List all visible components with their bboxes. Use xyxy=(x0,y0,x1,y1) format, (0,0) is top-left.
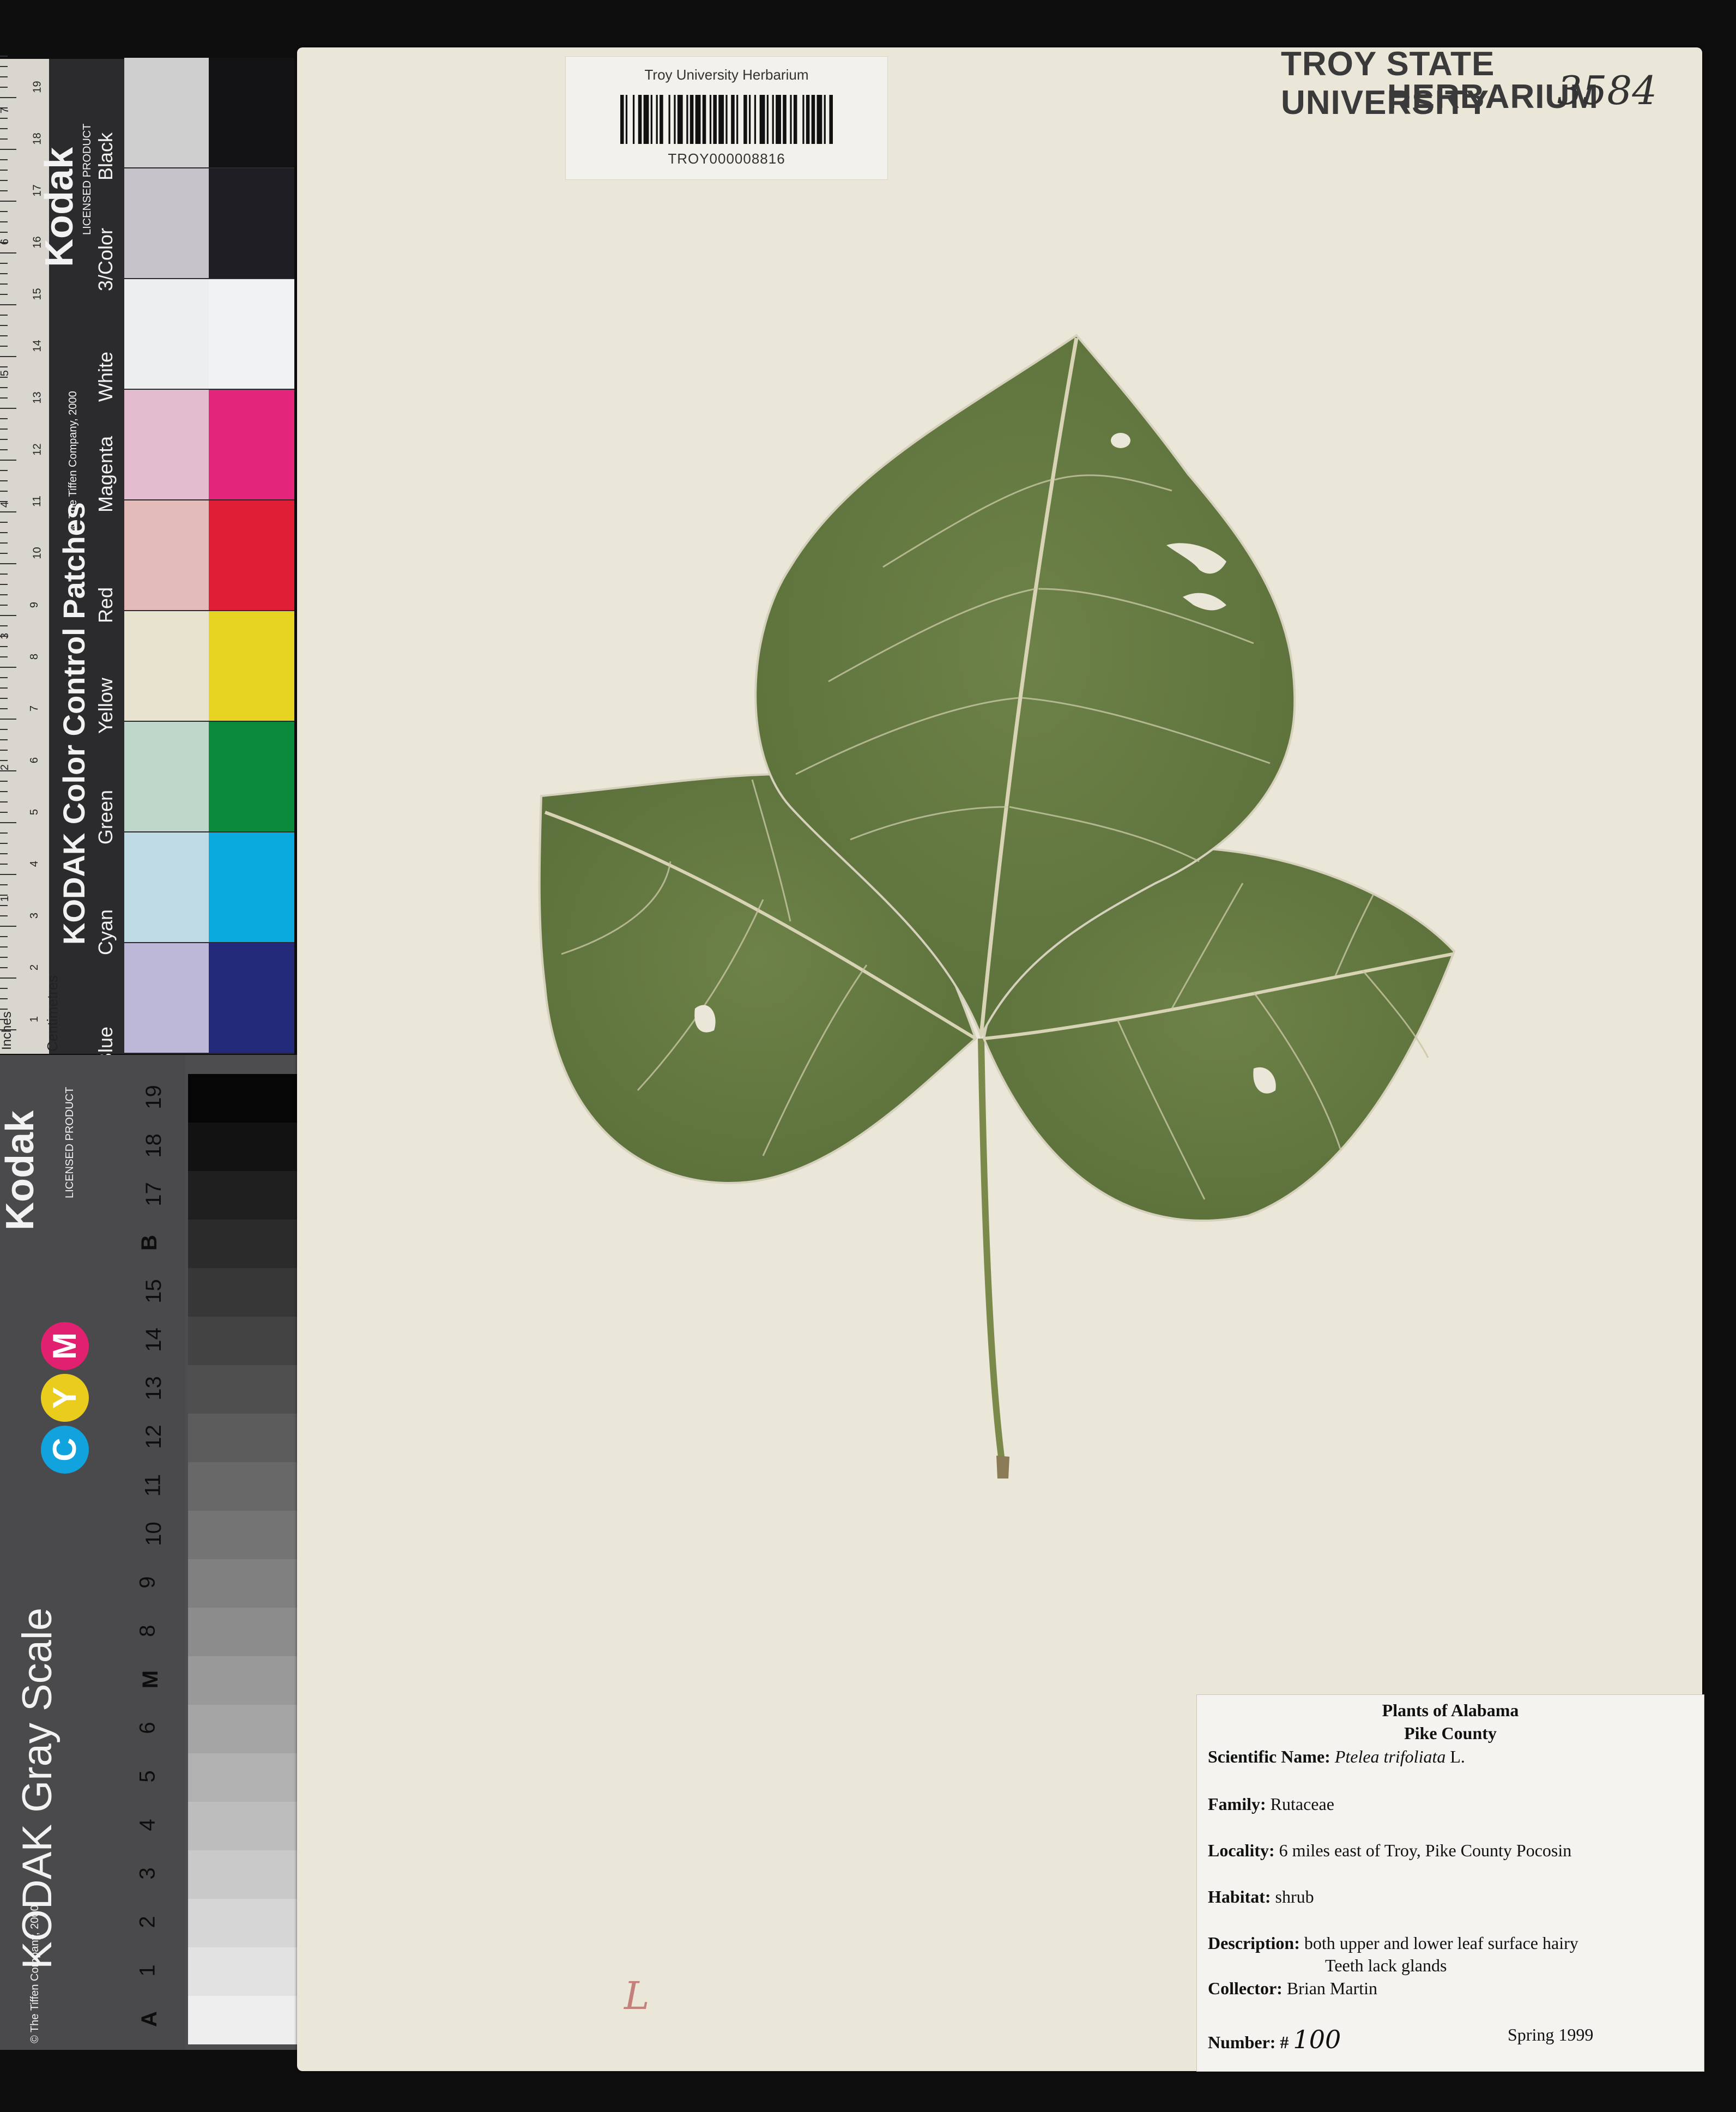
habitat-row: Habitat: shrub xyxy=(1208,1887,1314,1907)
description-line-2: Teeth lack glands xyxy=(1325,1956,1447,1975)
label-heading-county: Pike County xyxy=(1404,1723,1497,1743)
description-row: Description: both upper and lower leaf s… xyxy=(1208,1933,1578,1953)
description-line-1: both upper and lower leaf surface hairy xyxy=(1304,1933,1578,1953)
number-label: Number: # xyxy=(1208,2032,1289,2052)
family-row: Family: Rutaceae xyxy=(1208,1794,1334,1814)
author: L. xyxy=(1450,1747,1465,1766)
collector-label: Collector: xyxy=(1208,1978,1283,1998)
description-label: Description: xyxy=(1208,1933,1300,1953)
specimen-label: Plants of Alabama Pike County Scientific… xyxy=(1196,1694,1704,2072)
family-value: Rutaceae xyxy=(1270,1794,1334,1814)
collection-number: 100 xyxy=(1293,2025,1341,2054)
scientific-name: Ptelea trifoliata xyxy=(1334,1747,1446,1766)
number-row: Number: # 100 xyxy=(1208,2025,1341,2054)
petiole xyxy=(978,1038,1005,1462)
collection-date: Spring 1999 xyxy=(1508,2025,1594,2044)
scientific-name-row: Scientific Name: Ptelea trifoliata L. xyxy=(1208,1747,1465,1767)
pencil-mark: L xyxy=(624,1974,650,2018)
habitat-value: shrub xyxy=(1275,1887,1314,1906)
collector-row: Collector: Brian Martin xyxy=(1208,1978,1377,1999)
habitat-label: Habitat: xyxy=(1208,1887,1271,1906)
locality-label: Locality: xyxy=(1208,1841,1275,1860)
collector-value: Brian Martin xyxy=(1286,1978,1377,1998)
label-heading-state: Plants of Alabama xyxy=(1382,1700,1519,1720)
locality-value: 6 miles east of Troy, Pike County Pocosi… xyxy=(1279,1841,1572,1860)
locality-row: Locality: 6 miles east of Troy, Pike Cou… xyxy=(1208,1841,1571,1861)
scientific-name-label: Scientific Name: xyxy=(1208,1747,1330,1766)
family-label: Family: xyxy=(1208,1794,1266,1814)
petiole-base xyxy=(996,1456,1009,1479)
